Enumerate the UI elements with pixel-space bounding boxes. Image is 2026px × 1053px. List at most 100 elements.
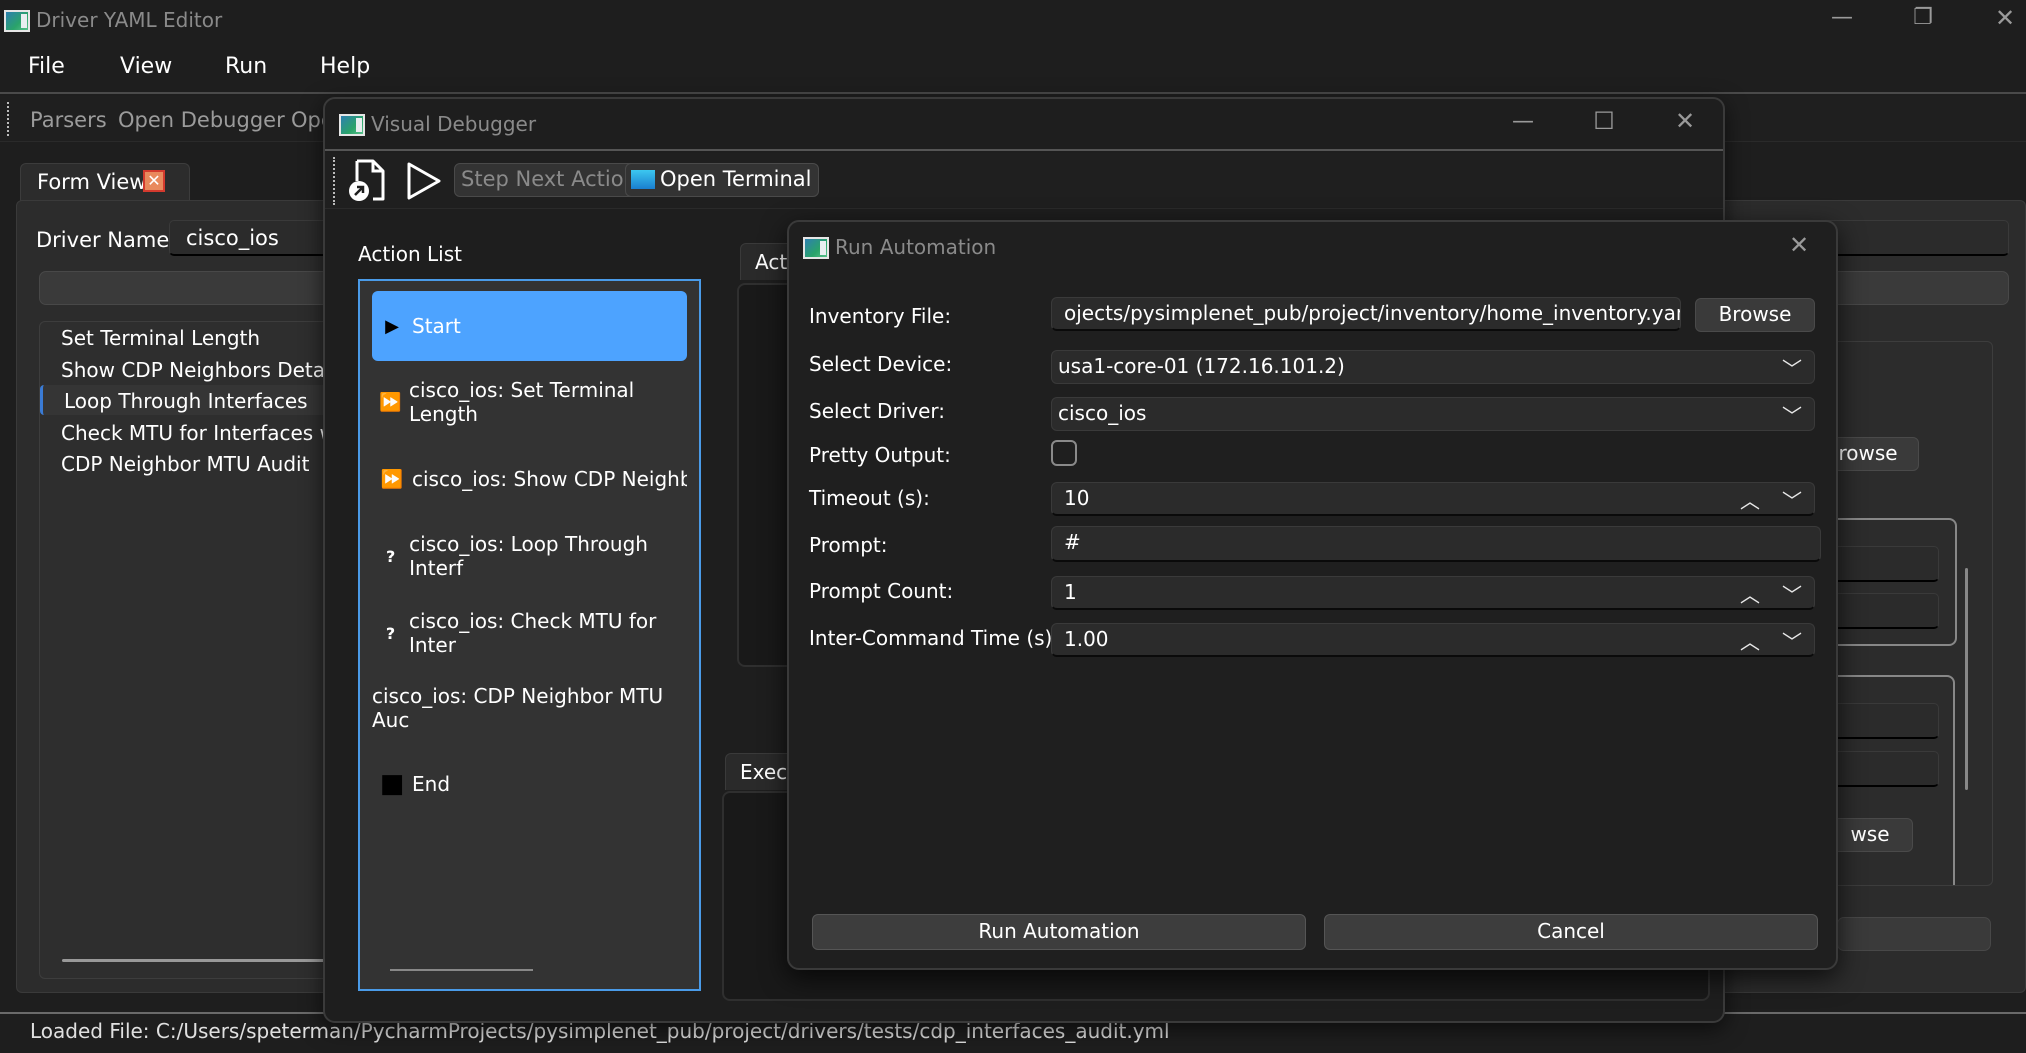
- play-icon: ▶: [385, 315, 399, 337]
- toolbar-parsers[interactable]: Parsers: [30, 108, 107, 132]
- select-driver-value: cisco_ios: [1058, 401, 1147, 425]
- list-item[interactable]: CDP Neighbor MTU Audit: [40, 448, 370, 478]
- list-item[interactable]: Check MTU for Interfaces with: [40, 417, 370, 447]
- chevron-down-icon[interactable]: ﹀: [1782, 579, 1802, 608]
- debugger-maximize-button[interactable]: ☐: [1574, 107, 1634, 135]
- prompt-count-spinbox[interactable]: 1 ︿ ﹀: [1051, 576, 1815, 610]
- timeout-label: Timeout (s):: [809, 486, 930, 510]
- action-item-end[interactable]: ■ End: [372, 749, 687, 819]
- select-device-label: Select Device:: [809, 352, 953, 376]
- right-input-3[interactable]: [1827, 703, 1939, 739]
- main-title-bar: Driver YAML Editor — ❐ ✕: [0, 0, 2026, 42]
- run-automation-dialog: Run Automation ✕ Inventory File: ojects/…: [787, 220, 1838, 970]
- chevron-down-icon[interactable]: ﹀: [1782, 626, 1802, 655]
- prompt-value: #: [1064, 530, 1081, 554]
- prompt-input[interactable]: #: [1051, 526, 1821, 562]
- vertical-scrollbar[interactable]: [1965, 568, 1968, 790]
- prompt-count-label: Prompt Count:: [809, 579, 954, 603]
- tab-close-icon[interactable]: ✕: [143, 170, 165, 192]
- timeout-value: 10: [1064, 486, 1090, 510]
- debugger-title: Visual Debugger: [371, 112, 537, 136]
- chevron-up-icon[interactable]: ︿: [1740, 579, 1760, 608]
- dialog-title: Run Automation: [835, 235, 997, 259]
- action-item[interactable]: ? cisco_ios: Check MTU for Inter: [372, 598, 687, 668]
- horizontal-scrollbar[interactable]: [62, 959, 362, 962]
- minimize-button[interactable]: —: [1812, 5, 1872, 30]
- toolbar-open-debugger[interactable]: Open Debugger: [118, 108, 285, 132]
- action-item-label: cisco_ios: Check MTU for Inter: [408, 609, 657, 657]
- menu-view[interactable]: View: [120, 54, 172, 79]
- debugger-app-icon: [339, 113, 365, 136]
- pretty-output-checkbox[interactable]: [1051, 440, 1077, 466]
- action-item-label: End: [412, 772, 451, 796]
- save-bar-button[interactable]: [1837, 917, 1991, 951]
- right-input-4[interactable]: [1827, 751, 1939, 787]
- debugger-close-button[interactable]: ✕: [1655, 107, 1715, 135]
- run-play-icon[interactable]: [405, 161, 443, 206]
- right-input-1[interactable]: [1827, 546, 1939, 582]
- action-item-label: Start: [412, 314, 461, 338]
- tab-form-view-label: Form View: [37, 170, 147, 194]
- main-window-title: Driver YAML Editor: [36, 8, 223, 32]
- right-input-2[interactable]: [1827, 593, 1939, 629]
- driver-name-label: Driver Name:: [36, 228, 177, 252]
- select-driver-label: Select Driver:: [809, 399, 945, 423]
- dialog-app-icon: [803, 236, 829, 259]
- tab-form-view[interactable]: Form View ✕: [20, 163, 190, 201]
- chevron-up-icon[interactable]: ︿: [1740, 626, 1760, 655]
- timeout-spinbox[interactable]: 10 ︿ ﹀: [1051, 482, 1815, 516]
- menu-file[interactable]: File: [28, 54, 65, 79]
- dialog-close-button[interactable]: ✕: [1779, 231, 1819, 259]
- actions-list: Set Terminal Length Show CDP Neighbors D…: [39, 321, 370, 979]
- debugger-minimize-button[interactable]: —: [1493, 109, 1553, 134]
- action-item[interactable]: ? cisco_ios: Loop Through Interf: [372, 521, 687, 591]
- list-item-selected[interactable]: Loop Through Interfaces: [40, 385, 370, 415]
- open-terminal-button[interactable]: Open Terminal: [625, 163, 819, 197]
- action-list-label: Action List: [358, 242, 462, 266]
- stop-icon: ■: [379, 769, 405, 799]
- driver-name-value: cisco_ios: [186, 226, 279, 250]
- action-item-label: cisco_ios: CDP Neighbor MTU Auc: [372, 684, 664, 732]
- inter-command-time-label: Inter-Command Time (s):: [809, 626, 1060, 650]
- action-list-box: ▶ Start ⏩ cisco_ios: Set Terminal Length…: [358, 279, 701, 991]
- action-item[interactable]: cisco_ios: CDP Neighbor MTU Auc: [372, 673, 687, 743]
- debugger-title-bar: Visual Debugger — ☐ ✕: [325, 99, 1723, 151]
- action-list-scrollbar[interactable]: [390, 969, 533, 971]
- inter-command-time-spinbox[interactable]: 1.00 ︿ ﹀: [1051, 623, 1815, 657]
- action-item-label: cisco_ios: Set Terminal Length: [409, 378, 635, 426]
- browse-button-right-2[interactable]: wse: [1827, 818, 1913, 852]
- tab-execution[interactable]: Execu: [725, 753, 800, 790]
- inventory-file-label: Inventory File:: [809, 304, 952, 328]
- step-next-action-button[interactable]: Step Next Action: [454, 163, 644, 197]
- select-device-value: usa1-core-01 (172.16.101.2): [1058, 354, 1345, 378]
- open-terminal-label: Open Terminal: [660, 167, 812, 191]
- inter-command-time-value: 1.00: [1064, 627, 1109, 651]
- restore-button[interactable]: ❐: [1893, 5, 1953, 30]
- open-file-icon[interactable]: [347, 159, 387, 208]
- menu-run[interactable]: Run: [225, 54, 267, 79]
- action-item[interactable]: ⏩ cisco_ios: Show CDP Neighbor: [372, 444, 687, 514]
- chevron-down-icon[interactable]: ﹀: [1782, 485, 1802, 514]
- chevron-up-icon[interactable]: ︿: [1740, 485, 1760, 514]
- select-driver-dropdown[interactable]: cisco_ios ﹀: [1051, 397, 1815, 431]
- action-item-label: cisco_ios: Loop Through Interf: [409, 532, 648, 580]
- inventory-file-input[interactable]: ojects/pysimplenet_pub/project/inventory…: [1051, 297, 1681, 331]
- chevron-down-icon: ﹀: [1782, 357, 1802, 381]
- prompt-label: Prompt:: [809, 533, 888, 557]
- chevron-down-icon: ﹀: [1782, 404, 1802, 428]
- action-item-start[interactable]: ▶ Start: [372, 291, 687, 361]
- run-automation-button[interactable]: Run Automation: [812, 914, 1306, 950]
- close-button[interactable]: ✕: [1975, 4, 2026, 32]
- list-item[interactable]: Set Terminal Length: [40, 322, 370, 352]
- toolbar-grip[interactable]: [7, 102, 11, 136]
- action-item[interactable]: ⏩ cisco_ios: Set Terminal Length: [372, 367, 687, 437]
- select-device-dropdown[interactable]: usa1-core-01 (172.16.101.2) ﹀: [1051, 350, 1815, 384]
- pretty-output-label: Pretty Output:: [809, 443, 951, 467]
- menu-help[interactable]: Help: [320, 54, 370, 79]
- cancel-button[interactable]: Cancel: [1324, 914, 1818, 950]
- app-icon: [4, 9, 30, 32]
- inventory-file-value: ojects/pysimplenet_pub/project/inventory…: [1064, 301, 1681, 325]
- debugger-toolbar-grip[interactable]: [333, 157, 337, 205]
- browse-button[interactable]: Browse: [1695, 298, 1815, 332]
- list-item[interactable]: Show CDP Neighbors Detail: [40, 354, 370, 384]
